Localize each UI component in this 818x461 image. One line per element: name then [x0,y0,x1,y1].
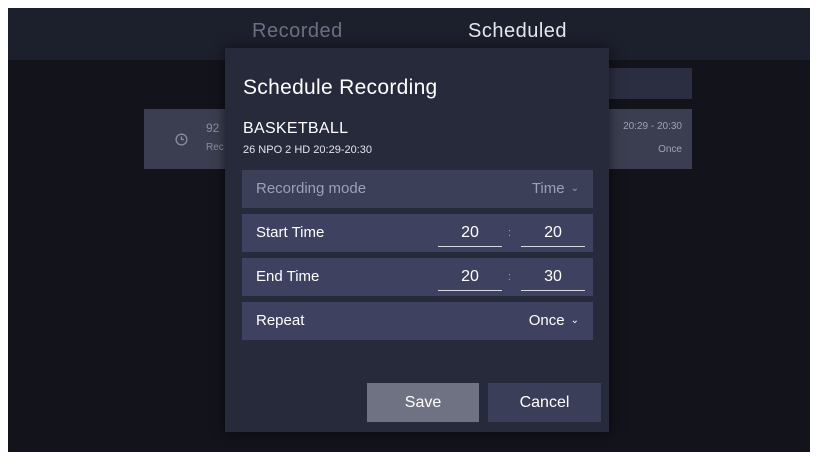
repeat-value: Once [528,312,565,329]
end-time-row: End Time 20 : 30 [242,258,593,296]
end-time-label: End Time [256,268,320,285]
time-separator: : [508,227,512,239]
schedule-recording-dialog: Schedule Recording BASKETBALL 26 NPO 2 H… [225,48,609,432]
start-minute-input[interactable]: 20 [521,220,585,247]
background-search-bar [604,68,692,99]
tab-scheduled[interactable]: Scheduled [468,20,567,43]
recording-mode-select[interactable]: Time ⌄ [532,180,579,197]
recording-mode-value: Time [531,180,565,197]
card-time-range: 20:29 - 20:30 [623,121,682,132]
repeat-select[interactable]: Once ⌄ [529,312,579,329]
clock-icon [175,133,188,146]
card-repeat: Once [658,144,682,155]
recording-mode-label: Recording mode [256,180,367,197]
recording-mode-row[interactable]: Recording mode Time ⌄ [242,170,593,208]
end-hour-input[interactable]: 20 [438,264,502,291]
chevron-down-icon: ⌄ [570,315,579,326]
repeat-row[interactable]: Repeat Once ⌄ [242,302,593,340]
card-channel-number: 92 [206,121,220,135]
program-title: BASKETBALL [243,120,349,137]
chevron-down-icon: ⌄ [570,183,579,194]
start-hour-input[interactable]: 20 [438,220,502,247]
end-minute-input[interactable]: 30 [521,264,585,291]
start-time-row: Start Time 20 : 20 [242,214,593,252]
tv-screen: Recorded Scheduled 92 Rec 20:29 - 20:30 … [8,8,810,452]
program-info: 26 NPO 2 HD 20:29-20:30 [243,144,373,156]
card-recording-label: Rec [206,142,224,153]
tab-recorded[interactable]: Recorded [252,20,343,43]
time-separator: : [508,271,512,283]
start-time-label: Start Time [256,224,325,241]
cancel-button[interactable]: Cancel [488,383,601,422]
save-button[interactable]: Save [367,383,479,422]
dialog-title: Schedule Recording [243,76,438,99]
repeat-label: Repeat [256,312,305,329]
